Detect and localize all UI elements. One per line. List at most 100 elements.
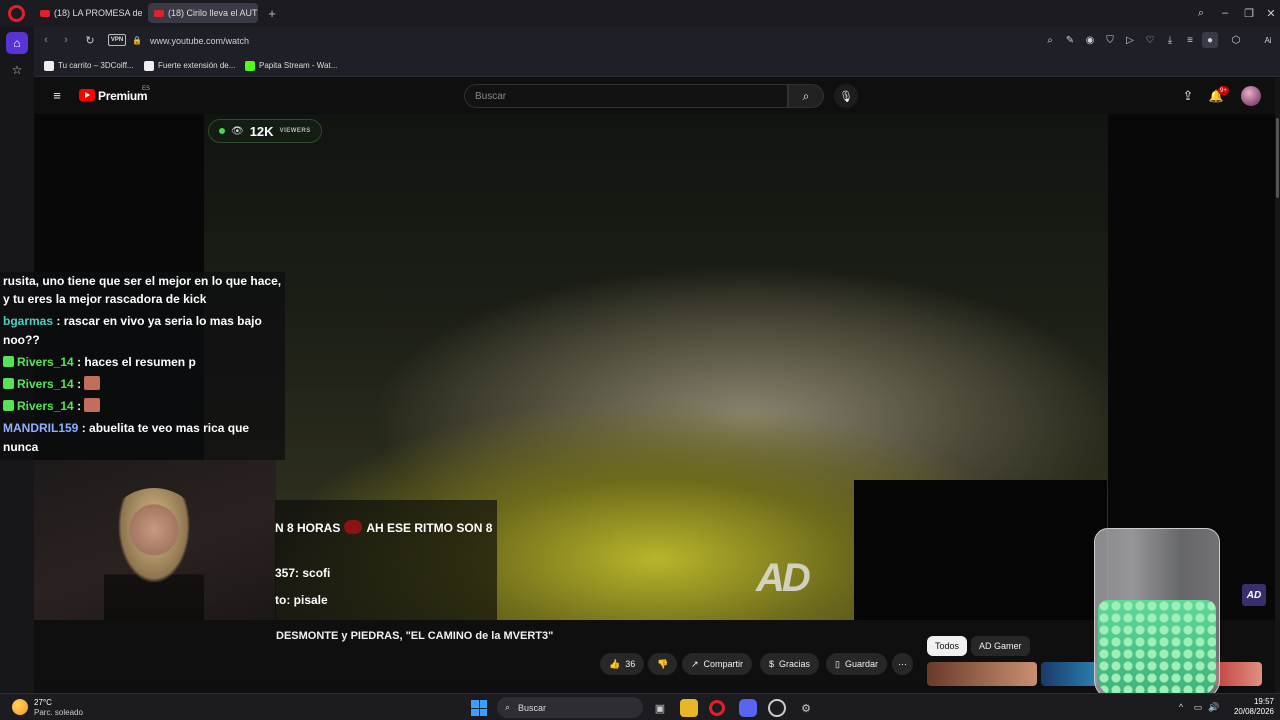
kick-icon <box>245 60 255 71</box>
share-icon: ↗ <box>691 658 699 669</box>
taskbar-search-label: Buscar <box>518 702 547 713</box>
url-field[interactable]: 🔒 www.youtube.com/watch <box>132 31 832 50</box>
thumbs-up-icon: 👍 <box>609 658 621 669</box>
stream-chat-overlay-2: N 8 HORAS AH ESE RITMO SON 8 357: scofi t… <box>275 500 497 620</box>
recommended-thumbnail[interactable] <box>1041 662 1097 686</box>
clock-time[interactable]: 19:57 <box>1244 697 1274 706</box>
share-label: Compartir <box>703 659 744 669</box>
scrollbar-thumb[interactable] <box>1276 118 1279 198</box>
browser-tab-bar: (18) LA PROMESA de Kin (18) Cirilo lleva… <box>0 0 1280 27</box>
ad-channel-icon: AD <box>1242 584 1266 606</box>
discord-icon[interactable] <box>739 699 757 717</box>
download-icon[interactable]: ⤓ <box>1162 32 1178 48</box>
live-dot-icon <box>219 128 225 134</box>
chat-username: Rivers_14 <box>17 377 74 391</box>
chat-username: bgarmas <box>3 314 54 328</box>
recommended-thumbnail[interactable] <box>927 662 1037 686</box>
vpn-badge[interactable]: VPN <box>108 34 126 46</box>
search-placeholder: Buscar <box>475 90 507 102</box>
youtube-logo-icon[interactable] <box>79 89 95 101</box>
eye-icon: 👁 <box>231 125 244 137</box>
forward-button[interactable]: › <box>58 32 74 48</box>
weather-desc: Parc. soleado <box>34 708 83 717</box>
opera-taskbar-icon[interactable] <box>709 700 725 716</box>
tray-chevron-icon[interactable]: ^ <box>1175 701 1187 713</box>
thumbs-down-icon: 👎 <box>657 658 669 669</box>
tab-cirilo[interactable]: (18) Cirilo lleva el AUT <box>148 3 258 23</box>
tab-label: (18) Cirilo lleva el AUT <box>168 8 258 18</box>
reload-button[interactable]: ↻ <box>82 32 98 48</box>
minimize-button[interactable]: – <box>1216 5 1234 21</box>
chat-message: to: pisale <box>275 593 328 607</box>
bookmark-extension[interactable]: Fuerte extensión de... <box>144 58 235 73</box>
page-search-icon[interactable]: ⌕ <box>1042 32 1058 48</box>
bookmark-carrito[interactable]: Tu carrito – 3DCoiff... <box>44 58 134 73</box>
settings-gear-icon[interactable]: ⚙ <box>797 699 815 717</box>
taskbar-search[interactable]: ⌕ Buscar <box>497 697 643 718</box>
dislike-button[interactable]: 👎 <box>648 653 678 675</box>
opera-logo-icon[interactable] <box>8 5 25 22</box>
channel-watermark: AD <box>756 556 811 600</box>
more-icon: ⋯ <box>898 658 907 669</box>
windows-taskbar: 27°C Parc. soleado ⌕ Buscar ▣ ⚙ ^ ▭ 🔊 19:… <box>0 693 1280 720</box>
chat-message: N 8 HORAS AH ESE RITMO SON 8 <box>275 520 493 535</box>
close-window-button[interactable]: ✕ <box>1262 5 1280 21</box>
recommended-thumbnail[interactable] <box>1214 662 1262 686</box>
new-tab-button[interactable]: + <box>264 5 280 21</box>
search-input[interactable]: Buscar <box>464 84 788 108</box>
play-icon[interactable]: ▷ <box>1122 32 1138 48</box>
microphone-icon: 🎙 <box>839 90 853 103</box>
hamburger-menu-icon[interactable]: ≡ <box>50 88 64 103</box>
share-button[interactable]: ↗ Compartir <box>682 653 753 675</box>
chat-message: Rivers_14 : <box>3 397 101 415</box>
stream-chat-overlay: rusita, uno tiene que ser el mejor en lo… <box>0 272 285 460</box>
chat-message: MANDRIL159 : abuelita te veo mas rica qu… <box>3 421 250 435</box>
display-icon[interactable]: ▭ <box>1192 701 1204 713</box>
chip-ad-gamer[interactable]: AD Gamer <box>971 636 1030 656</box>
like-button[interactable]: 👍 36 <box>600 653 645 675</box>
shield-icon[interactable]: ⛉ <box>1102 32 1118 48</box>
steam-icon[interactable] <box>768 699 786 717</box>
tab-la-promesa[interactable]: (18) LA PROMESA de Kin <box>34 3 144 23</box>
back-button[interactable]: ‹ <box>38 32 54 48</box>
voice-search-button[interactable]: 🎙 <box>834 84 858 108</box>
viewer-count: 12K <box>249 123 274 139</box>
search-tabs-icon[interactable]: ⌕ <box>1192 5 1210 21</box>
profile-icon[interactable]: ● <box>1202 32 1218 48</box>
notification-badge: 9+ <box>1218 86 1229 95</box>
star-icon[interactable]: ☆ <box>6 59 28 81</box>
extension-icon[interactable]: ⬡ <box>1228 32 1244 48</box>
chat-message: rusita, uno tiene que ser el mejor en lo… <box>3 274 282 288</box>
ai-label: Ai <box>1264 35 1272 45</box>
chip-all[interactable]: Todos <box>927 636 968 656</box>
task-view-icon[interactable]: ▣ <box>651 699 669 717</box>
thanks-button[interactable]: $ Gracias <box>760 653 820 675</box>
file-explorer-icon[interactable] <box>680 699 698 717</box>
address-bar: ‹ › ↻ VPN 🔒 www.youtube.com/watch ⌕ ✎ ◉ ⛉… <box>34 27 1280 54</box>
url-text: www.youtube.com/watch <box>149 35 250 46</box>
heart-icon[interactable]: ♡ <box>1142 32 1158 48</box>
avatar[interactable] <box>1241 86 1261 106</box>
save-button[interactable]: ▯ Guardar <box>826 653 887 675</box>
weather-sun-icon[interactable] <box>12 699 28 715</box>
clock-date[interactable]: 20/08/2026 <box>1226 707 1274 716</box>
edit-icon[interactable]: ✎ <box>1062 32 1078 48</box>
home-icon[interactable]: ⌂ <box>6 32 28 54</box>
restore-button[interactable]: ❐ <box>1240 5 1258 21</box>
more-actions-button[interactable]: ⋯ <box>892 653 913 675</box>
menu-lines-icon[interactable]: ≡ <box>1182 32 1198 48</box>
ad-channel-label: AD <box>1246 589 1262 601</box>
bookmark-papita[interactable]: Papita Stream - Wat... <box>245 58 337 73</box>
bookmark-icon: ▯ <box>835 658 840 669</box>
volume-icon[interactable]: 🔊 <box>1208 701 1220 713</box>
youtube-brand[interactable]: Premium <box>98 89 148 103</box>
video-title: DESMONTE y PIEDRAS, "EL CAMINO de la MVE… <box>276 630 554 642</box>
ai-button[interactable]: Ai <box>1256 32 1280 48</box>
chip-label: Todos <box>935 641 960 651</box>
chat-message: 357: scofi <box>275 566 331 580</box>
upload-icon[interactable]: ⇪ <box>1180 88 1196 104</box>
search-button[interactable]: ⌕ <box>788 84 824 108</box>
camera-icon[interactable]: ◉ <box>1082 32 1098 48</box>
windows-start-icon[interactable] <box>471 700 487 716</box>
like-count: 36 <box>625 659 636 669</box>
